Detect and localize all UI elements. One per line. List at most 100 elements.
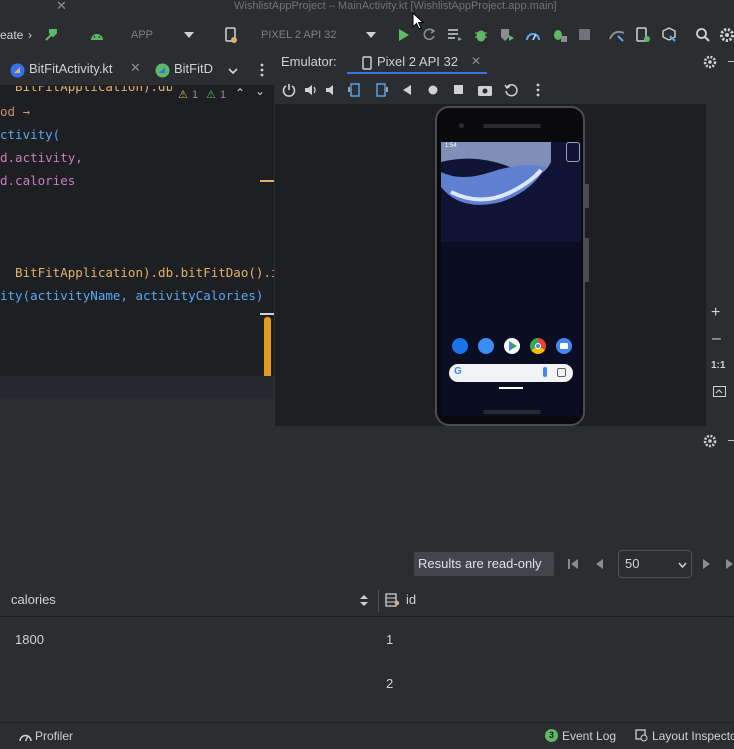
- previous-page-icon[interactable]: [592, 557, 606, 571]
- inspection-widget[interactable]: ⚠ 1 ⚠ 1 ⌃ ⌄: [172, 86, 274, 104]
- sort-icon[interactable]: [358, 593, 370, 607]
- next-page-icon[interactable]: [700, 557, 714, 571]
- readonly-badge: Results are read-only: [414, 552, 554, 576]
- gear-icon[interactable]: [702, 433, 718, 449]
- table-row[interactable]: 1800 1: [0, 618, 734, 662]
- device-manager-icon[interactable]: [634, 26, 652, 44]
- title-bar: ✕ WishlistAppProject – MainActivity.kt […: [0, 0, 734, 16]
- play-store-app-icon[interactable]: [504, 338, 520, 354]
- profiler-button[interactable]: Profiler: [35, 729, 73, 743]
- mic-icon[interactable]: [543, 367, 547, 377]
- status-bar: Profiler 3 Event Log Layout Inspector: [0, 722, 734, 749]
- messages-app-icon[interactable]: [478, 338, 494, 354]
- camera-icon[interactable]: [477, 82, 493, 98]
- run-config-select[interactable]: APP: [131, 18, 153, 52]
- lens-icon[interactable]: [557, 368, 566, 377]
- cell-id[interactable]: 2: [386, 676, 393, 691]
- run-with-coverage-icon[interactable]: [498, 26, 516, 44]
- emulator-display: 1:54 G: [275, 104, 706, 426]
- table-header-row: calories id: [0, 584, 734, 617]
- editor-tab-bar: BitFitActivity.kt ✕ BitFitD: [0, 54, 274, 86]
- search-icon[interactable]: [694, 26, 712, 44]
- profiler-icon: [18, 729, 32, 743]
- primary-key-icon: [384, 592, 400, 608]
- volume-down-icon[interactable]: [324, 82, 340, 98]
- minimize-icon[interactable]: –: [728, 432, 734, 447]
- attach-debugger-icon[interactable]: [550, 26, 568, 44]
- volume-up-icon[interactable]: [303, 82, 319, 98]
- scrollbar-thumb[interactable]: [264, 317, 271, 378]
- sync-gradle-icon[interactable]: [608, 26, 626, 44]
- emulator-toolbar: [275, 76, 734, 104]
- chevron-down-icon[interactable]: [226, 64, 240, 78]
- emulator-sidebar: – + – 1:1: [703, 52, 734, 426]
- last-page-icon[interactable]: [724, 557, 734, 571]
- more-vertical-icon[interactable]: [255, 62, 269, 78]
- warning-marker[interactable]: [260, 180, 274, 182]
- code-line: ity(activityName, activityCalories): [0, 288, 264, 303]
- minimize-icon[interactable]: –: [728, 53, 734, 68]
- device-icon: [222, 26, 240, 44]
- snapshot-icon[interactable]: [503, 82, 519, 98]
- android-icon[interactable]: [88, 26, 106, 44]
- debug-icon[interactable]: [472, 26, 490, 44]
- build-hammer-icon[interactable]: [42, 26, 60, 44]
- cell-calories[interactable]: 1800: [15, 632, 44, 647]
- gear-icon[interactable]: [718, 26, 734, 44]
- close-tab-icon[interactable]: ✕: [471, 54, 481, 68]
- zoom-actual-size[interactable]: 1:1: [711, 360, 725, 371]
- device-select[interactable]: PIXEL 2 API 32: [261, 18, 336, 52]
- gear-icon[interactable]: [702, 54, 718, 70]
- emulator-header: Emulator: Pixel 2 API 32 ✕: [275, 52, 734, 74]
- cell-id[interactable]: 1: [386, 632, 393, 647]
- page-size-select[interactable]: 50: [618, 550, 692, 578]
- profile-icon[interactable]: [524, 26, 542, 44]
- chevron-up-icon[interactable]: ⌃: [235, 86, 245, 100]
- chevron-down-icon[interactable]: [182, 28, 196, 42]
- sdk-manager-icon[interactable]: [660, 26, 678, 44]
- phone-screen[interactable]: 1:54 G: [441, 142, 581, 416]
- code-editor[interactable]: BitFitApplication).db.bitFitDao().ge od …: [0, 86, 274, 398]
- chevron-right-icon: ›: [28, 28, 32, 42]
- tab-pixel-emulator[interactable]: Pixel 2 API 32: [377, 54, 458, 69]
- first-page-icon[interactable]: [566, 557, 580, 571]
- column-divider[interactable]: [378, 590, 379, 612]
- tab-bitfit-activity[interactable]: BitFitActivity.kt: [29, 61, 113, 76]
- readonly-badge-label: Results are read-only: [418, 556, 542, 571]
- event-log-button[interactable]: Event Log: [562, 729, 616, 743]
- chrome-app-icon[interactable]: [530, 338, 546, 354]
- tab-bitfit-dao[interactable]: BitFitD: [174, 61, 213, 76]
- camera-app-icon[interactable]: [556, 338, 572, 354]
- more-vertical-icon[interactable]: [530, 82, 546, 98]
- fit-screen-icon[interactable]: [711, 384, 727, 398]
- layout-inspector-button[interactable]: Layout Inspector: [652, 729, 734, 743]
- power-icon[interactable]: [281, 82, 297, 98]
- code-line: d.activity,: [0, 150, 83, 165]
- current-line-highlight: [0, 376, 274, 398]
- table-row[interactable]: 2: [0, 662, 734, 706]
- close-icon[interactable]: ✕: [56, 0, 67, 14]
- rotate-left-icon[interactable]: [347, 82, 363, 98]
- column-header-calories[interactable]: calories: [11, 592, 56, 607]
- apply-code-changes-icon[interactable]: [446, 26, 464, 44]
- close-tab-icon[interactable]: ✕: [130, 60, 141, 76]
- table-row[interactable]: 3: [0, 706, 734, 722]
- overview-icon[interactable]: [451, 82, 467, 98]
- zoom-in-icon[interactable]: +: [711, 304, 720, 322]
- stop-icon[interactable]: [576, 26, 594, 44]
- phone-app-icon[interactable]: [452, 338, 468, 354]
- gesture-bar[interactable]: [499, 387, 523, 389]
- rotate-right-icon[interactable]: [373, 82, 389, 98]
- window-title: WishlistAppProject – MainActivity.kt [Wi…: [234, 0, 557, 12]
- chevron-down-icon[interactable]: [364, 28, 378, 42]
- run-icon[interactable]: [395, 26, 413, 44]
- device-icon: [360, 55, 374, 71]
- breadcrumb-tail[interactable]: eate: [0, 18, 23, 52]
- home-icon[interactable]: [425, 82, 441, 98]
- zoom-out-icon[interactable]: –: [712, 330, 721, 348]
- back-icon[interactable]: [399, 82, 415, 98]
- phone-search-bar[interactable]: G: [449, 364, 573, 382]
- chevron-down-icon[interactable]: ⌄: [255, 86, 265, 98]
- weak-warning-count: 1: [220, 89, 227, 101]
- column-header-id[interactable]: id: [406, 592, 416, 607]
